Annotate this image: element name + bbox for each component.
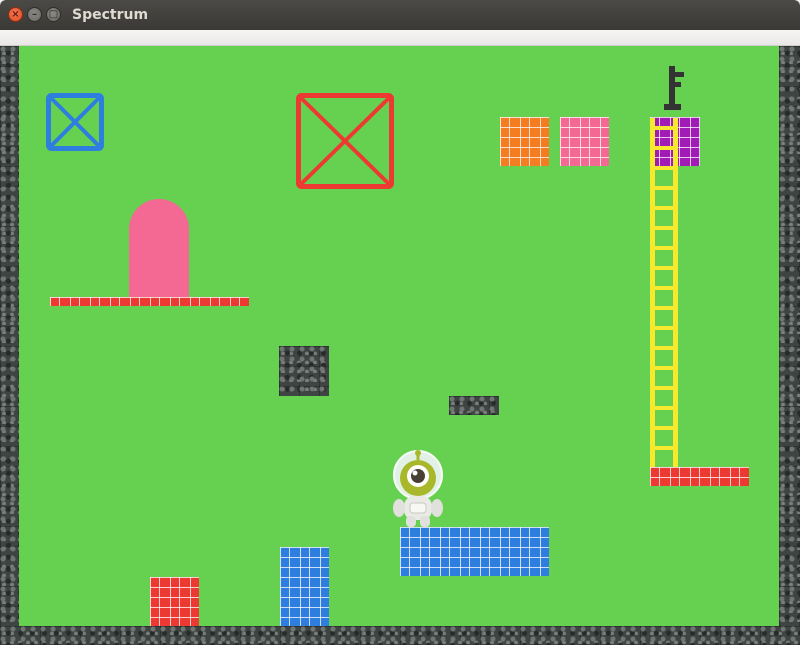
maximize-button[interactable]: □	[46, 7, 61, 22]
stone-wall-right	[779, 46, 800, 645]
alien-player[interactable]	[386, 448, 450, 528]
red-brick-ledge-right	[650, 467, 749, 486]
game-canvas[interactable]	[0, 46, 800, 645]
menu-bar	[0, 30, 800, 46]
play-field	[19, 46, 779, 626]
blue-x-crate	[46, 93, 104, 151]
yellow-ladder	[650, 118, 678, 468]
title-bar: × – □ Spectrum	[0, 0, 800, 30]
blue-brick-platform	[400, 527, 549, 576]
red-x-crate	[296, 93, 394, 189]
minimize-button[interactable]: –	[27, 7, 42, 22]
stone-floor	[0, 626, 800, 645]
stone-ledge	[449, 396, 499, 415]
red-brick-platform-left	[50, 297, 249, 306]
key-icon[interactable]	[664, 66, 686, 112]
close-button[interactable]: ×	[8, 7, 23, 22]
stone-block	[279, 346, 329, 396]
pink-brick-block	[560, 117, 609, 166]
blue-brick-column	[280, 547, 329, 626]
orange-brick-block	[500, 117, 549, 166]
window-title: Spectrum	[72, 7, 149, 23]
red-brick-block-bottom	[150, 577, 199, 626]
pink-arch-door[interactable]	[129, 199, 189, 297]
stone-wall-left	[0, 46, 19, 645]
